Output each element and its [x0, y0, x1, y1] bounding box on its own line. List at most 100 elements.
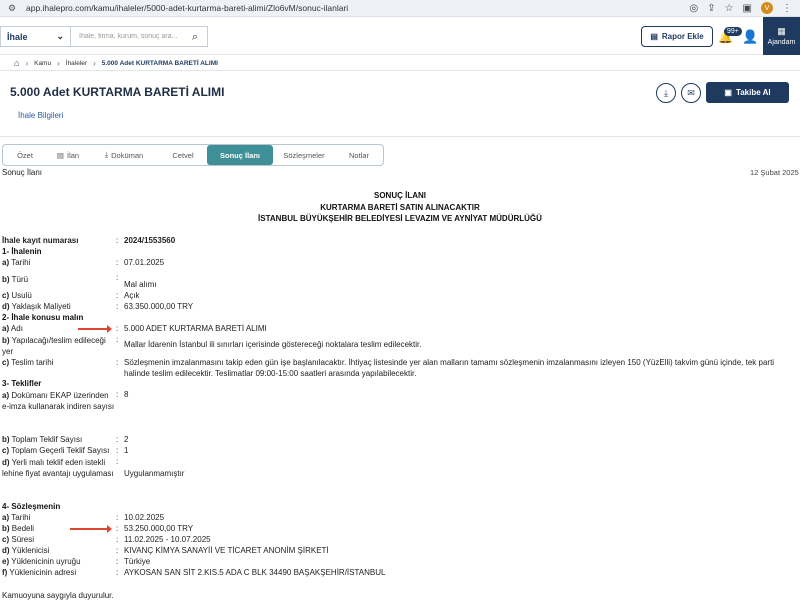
colon: :	[116, 457, 119, 466]
field-value: 1	[124, 446, 129, 455]
field-value: 2	[124, 435, 129, 444]
field-value: Uygulanmamıştır	[124, 469, 185, 478]
tab-label: Özet	[17, 150, 33, 160]
extensions-icon[interactable]: ▣	[743, 3, 752, 14]
field-row: c) Toplam Geçerli Teklif Sayısı	[2, 446, 109, 455]
more-menu-icon[interactable]: ⋮	[782, 3, 792, 14]
tab-ilan[interactable]: ▤ İlan	[47, 145, 89, 165]
field-label: Yüklenicinin adresi	[9, 568, 77, 577]
field-key: c)	[2, 358, 10, 367]
chevron-down-icon: ⌄	[56, 31, 64, 41]
share-icon[interactable]: ⇪	[707, 3, 715, 14]
field-row: b) Türü	[2, 275, 28, 284]
field-label: Tarihi	[11, 513, 31, 522]
field-key: d)	[2, 546, 10, 555]
tab-ozet[interactable]: Özet	[3, 145, 47, 165]
chevron-right-icon: ›	[25, 58, 29, 68]
colon: :	[116, 557, 119, 566]
follow-label: Takibe Al	[735, 88, 771, 97]
field-label: Yüklenicinin uyruğu	[11, 557, 81, 566]
home-icon[interactable]: ⌂	[14, 58, 19, 68]
colon: :	[116, 291, 119, 300]
field-row: a) Adı	[2, 324, 23, 333]
colon: :	[116, 324, 119, 333]
field-value: 63.350.000,00 TRY	[124, 302, 194, 311]
field-key: a)	[2, 391, 10, 400]
field-value: Mallar İdarenin İstanbul ili sınırları i…	[124, 340, 422, 349]
closing-text: Kamuoyuna saygıyla duyurulur.	[2, 591, 114, 600]
tab-label: Notlar	[348, 150, 369, 160]
field-key: b)	[2, 275, 10, 284]
field-label: Süresi	[11, 535, 35, 544]
doc-date: 12 Şubat 2025	[750, 168, 799, 177]
user-icon[interactable]: 👤	[742, 29, 758, 45]
field-key: f)	[2, 568, 8, 577]
field-key: c)	[2, 291, 10, 300]
field-row: c) Usulü	[2, 291, 32, 300]
registration-row: İhale kayıt numarası	[2, 236, 78, 245]
tab-sonuc-ilani[interactable]: Sonuç İlanı	[207, 145, 273, 165]
field-key: b)	[2, 435, 10, 444]
breadcrumb: ⌂ › Kamu › İhaleler › 5.000 Adet KURTARM…	[14, 57, 218, 69]
section-2-title: 2- İhale konusu malın	[2, 313, 84, 322]
report-icon: ▤	[650, 32, 658, 41]
incognito-icon[interactable]: ◎	[689, 3, 698, 14]
colon: :	[116, 258, 119, 267]
field-row: e) Yüklenicinin uyruğu	[2, 557, 81, 566]
field-row: a) Dokümanı EKAP üzerinden e-imza kullan…	[2, 390, 116, 412]
colon: :	[116, 513, 119, 522]
agenda-button[interactable]: ▦ Ajandam	[763, 17, 800, 55]
field-key: a)	[2, 513, 10, 522]
field-key: d)	[2, 458, 10, 467]
field-row: f) Yüklenicinin adresi	[2, 568, 76, 577]
follow-button[interactable]: ▣ Takibe Al	[706, 82, 789, 103]
field-label: Toplam Geçerli Teklif Sayısı	[11, 446, 110, 455]
report-add-button[interactable]: ▤ Rapor Ekle	[641, 26, 713, 47]
colon: :	[116, 535, 119, 544]
search-icon[interactable]: ⌕	[187, 29, 203, 45]
field-value: KIVANÇ KİMYA SANAYİİ VE TİCARET ANONİM Ş…	[124, 546, 329, 555]
registration-value: 2024/1553560	[124, 236, 176, 245]
message-button[interactable]: ✉	[681, 83, 701, 103]
field-row: d) Yerli malı teklif eden istekli lehine…	[2, 457, 122, 479]
browser-address-bar: ⚙ app.ihalepro.com/kamu/ihaleler/5000-ad…	[0, 0, 800, 17]
doc-label: Sonuç İlanı	[2, 168, 43, 177]
field-row: d) Yüklenicisi	[2, 546, 49, 555]
download-button[interactable]: ⤓	[656, 83, 676, 103]
section-1-title: 1- İhalenin	[2, 247, 42, 256]
browser-toolbar-icons: ◎ ⇪ ☆ ▣ V ⋮	[689, 2, 792, 14]
field-label: Teslim tarihi	[11, 358, 54, 367]
field-row: d) Yaklaşık Maliyeti	[2, 302, 71, 311]
field-row: a) Tarihi	[2, 258, 30, 267]
field-key: c)	[2, 535, 10, 544]
chevron-right-icon: ›	[93, 58, 96, 68]
arrow-annotation	[70, 525, 112, 533]
agenda-label: Ajandam	[767, 39, 796, 46]
field-key: e)	[2, 557, 10, 566]
tab-dokuman[interactable]: ⤓ Doküman	[89, 145, 159, 165]
site-info-icon[interactable]: ⚙	[8, 3, 22, 14]
category-select[interactable]: İhale ⌄	[0, 26, 70, 47]
field-label: Dokümanı EKAP üzerinden e-imza kullanara…	[2, 391, 115, 411]
field-label: Bedeli	[11, 524, 35, 533]
field-label: Tarihi	[11, 258, 31, 267]
url-text[interactable]: app.ihalepro.com/kamu/ihaleler/5000-adet…	[26, 3, 689, 13]
tender-info-link[interactable]: İhale Bilgileri	[18, 111, 63, 120]
field-key: b)	[2, 524, 10, 533]
app-header: İhale ⌄ ⌕ ▤ Rapor Ekle 🔔 99+ 👤 ▦ Ajandam	[0, 17, 800, 55]
colon: :	[116, 335, 119, 344]
field-value: Türkiye	[124, 557, 151, 566]
tab-sozlesmeler[interactable]: Sözleşmeler	[273, 145, 335, 165]
field-value: 8	[124, 390, 129, 399]
field-value: 07.01.2025	[124, 258, 165, 267]
tab-notlar[interactable]: Notlar	[335, 145, 383, 165]
field-label: Yüklenicisi	[11, 546, 50, 555]
star-icon[interactable]: ☆	[725, 3, 734, 14]
profile-avatar[interactable]: V	[761, 2, 773, 14]
tab-cetvel[interactable]: Cetvel	[159, 145, 207, 165]
field-key: a)	[2, 258, 10, 267]
breadcrumb-item-kamu[interactable]: Kamu	[34, 60, 51, 67]
calendar-icon: ▦	[777, 26, 786, 36]
breadcrumb-item-ihaleler[interactable]: İhaleler	[66, 60, 87, 67]
doc-heading-1: SONUÇ İLANI	[374, 191, 426, 200]
